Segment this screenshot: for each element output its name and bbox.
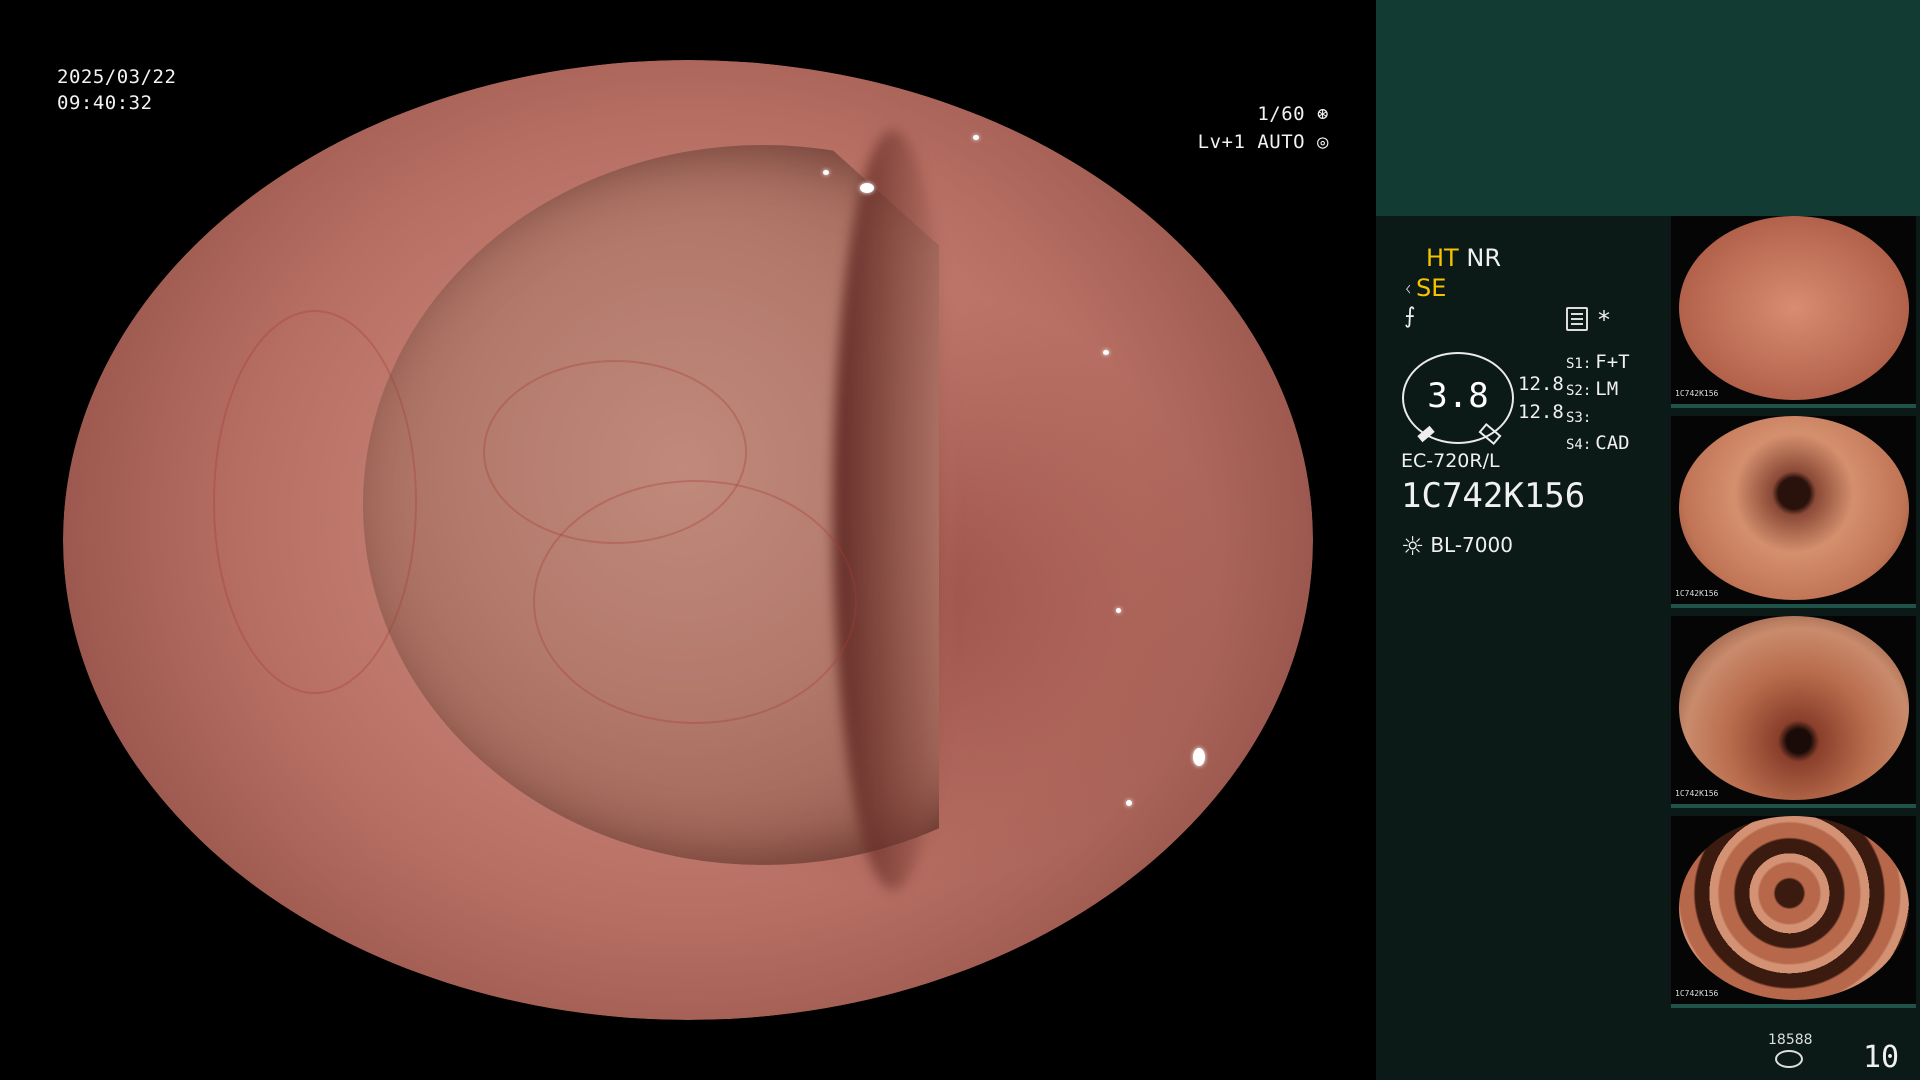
mucosal-fold [833, 130, 953, 890]
menu-icon [1566, 307, 1588, 331]
light-reflection [973, 135, 979, 140]
auto-icon: ◎ [1317, 131, 1329, 153]
light-reflection [1103, 350, 1109, 355]
level-mode: Lv+1 AUTO [1197, 131, 1306, 153]
shutter-icon: ⊛ [1317, 103, 1329, 125]
gauge-value: 3.8 [1427, 376, 1489, 416]
light-reflection [1116, 608, 1121, 613]
thumbnail-4[interactable]: 1C742K156 [1671, 816, 1916, 1008]
star-indicator: * [1598, 306, 1610, 334]
switch-4: S4: CAD [1566, 432, 1630, 454]
scope-model: EC-720R/L [1401, 450, 1500, 472]
ht-nr-indicator: HT NR [1426, 244, 1501, 272]
f-symbol: ⨍ [1404, 304, 1416, 329]
date-text: 2025/03/22 [57, 66, 177, 88]
enhance-icon: ᚲ [1402, 277, 1414, 301]
gauge-left-marker [1417, 425, 1435, 443]
thumbnail-image [1679, 416, 1909, 600]
gauge-numbers: 12.8 12.8 [1518, 370, 1564, 426]
switch-2: S2: LM [1566, 378, 1619, 400]
light-source: ☼ BL-7000 [1401, 532, 1513, 562]
thumbnail-2[interactable]: 1C742K156 [1671, 416, 1916, 608]
thumbnail-3[interactable]: 1C742K156 [1671, 616, 1916, 808]
thumbnail-label: 1C742K156 [1675, 989, 1719, 998]
endoscope-view [63, 60, 1313, 1020]
ht-label: HT [1426, 244, 1459, 272]
light-reflection [860, 183, 874, 193]
number-bottom: 12.8 [1518, 401, 1564, 423]
thumbnail-image [1679, 616, 1909, 800]
image-count-small: 18588 [1768, 1032, 1813, 1048]
thumbnail-label: 1C742K156 [1675, 389, 1719, 398]
light-reflection [823, 170, 829, 175]
nr-label: NR [1466, 244, 1501, 272]
number-top: 12.8 [1518, 373, 1564, 395]
magnification-gauge: 3.8 [1402, 352, 1514, 446]
vessel-pattern [213, 310, 417, 694]
thumbnail-image [1679, 216, 1909, 400]
status-panel: HT NR ᚲSE ⨍ * 3.8 12.8 12.8 S1: F+T S2: LM… [1376, 0, 1920, 1080]
light-reflection [1126, 800, 1132, 806]
vessel-pattern [533, 480, 857, 724]
light-reflection [1193, 222, 1201, 229]
light-icon: ☼ [1401, 532, 1425, 562]
thumbnail-image [1679, 816, 1909, 1000]
se-indicator: ᚲSE [1402, 274, 1446, 302]
thumbnail-1[interactable]: 1C742K156 [1671, 216, 1916, 408]
thumbnail-label: 1C742K156 [1675, 589, 1719, 598]
exposure-overlay: 1/60 ⊛ Lv+1 AUTO ◎ [1198, 100, 1329, 156]
thumbnail-label: 1C742K156 [1675, 789, 1719, 798]
storage-icon [1775, 1050, 1803, 1068]
time-text: 09:40:32 [57, 92, 153, 114]
switch-assignments: S1: F+T S2: LM S3: S4: CAD [1566, 350, 1630, 458]
scope-serial: 1C742K156 [1401, 476, 1586, 516]
switch-1: S1: F+T [1566, 351, 1630, 373]
light-reflection [1193, 748, 1205, 766]
light-source-label: BL-7000 [1430, 533, 1513, 557]
shutter-speed: 1/60 [1257, 103, 1306, 125]
image-count-big: 10 [1863, 1040, 1900, 1075]
se-label: SE [1416, 274, 1447, 302]
datetime-overlay: 2025/03/22 09:40:32 [57, 64, 176, 116]
panel-header-area [1376, 0, 1920, 216]
gauge-right-marker [1478, 422, 1502, 446]
switch-3: S3: [1566, 410, 1592, 426]
